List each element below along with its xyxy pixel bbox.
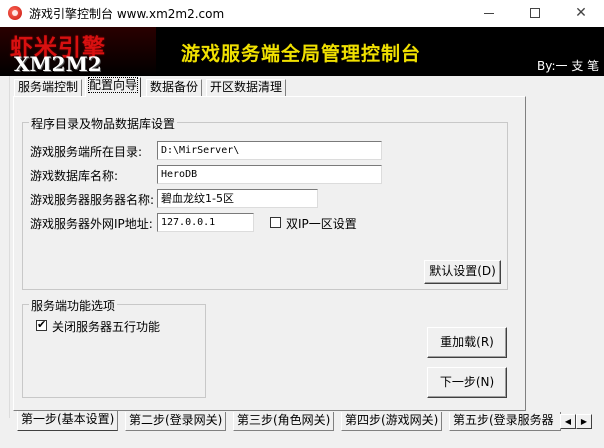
- bottom-step-tabs: 第一步(基本设置) 第二步(登录网关) 第三步(角色网关) 第四步(游戏网关) …: [0, 411, 604, 431]
- tab-scroll-arrows: ◀ ▶: [560, 414, 592, 429]
- default-settings-button[interactable]: 默认设置(D): [424, 260, 501, 284]
- server-ip-label: 游戏服务器外网IP地址:: [30, 217, 153, 231]
- reload-button[interactable]: 重加载(R): [427, 327, 507, 358]
- server-name-input[interactable]: 碧血龙纹1-5区: [157, 189, 318, 208]
- maximize-button[interactable]: [512, 0, 558, 27]
- tab-step4-game-gate[interactable]: 第四步(游戏网关): [341, 412, 443, 431]
- minimize-button[interactable]: [466, 0, 512, 27]
- title-bar: 游戏引擎控制台 www.xm2m2.com ✕: [0, 0, 604, 27]
- left-strip: [0, 76, 10, 418]
- next-step-button[interactable]: 下一步(N): [427, 367, 507, 398]
- server-dir-input[interactable]: D:\MirServer\: [157, 141, 382, 160]
- scroll-left-arrow-icon[interactable]: ◀: [560, 414, 576, 429]
- banner-author: By:一 支 笔: [537, 59, 600, 73]
- banner: 虾米引擎 XM2M2 游戏服务端全局管理控制台 By:一 支 笔: [0, 27, 604, 76]
- banner-title: 游戏服务端全局管理控制台: [181, 43, 422, 65]
- scroll-right-arrow-icon[interactable]: ▶: [576, 414, 592, 429]
- tab-data-cleanup[interactable]: 开区数据清理: [206, 79, 287, 96]
- tab-server-control[interactable]: 服务端控制: [14, 79, 83, 96]
- window-title: 游戏引擎控制台 www.xm2m2.com: [29, 7, 225, 21]
- group-function-legend: 服务端功能选项: [29, 297, 118, 314]
- db-name-label: 游戏数据库名称:: [30, 169, 119, 183]
- tab-step3-role-gate[interactable]: 第三步(角色网关): [233, 412, 335, 431]
- logo: 虾米引擎 XM2M2: [0, 27, 156, 76]
- check-icon: ✔: [37, 318, 47, 331]
- tab-step5-login-server[interactable]: 第五步(登录服务器: [449, 412, 561, 431]
- dual-ip-label[interactable]: 双IP一区设置: [286, 215, 357, 232]
- group-directory-legend: 程序目录及物品数据库设置: [29, 115, 178, 132]
- tab-step1-basic[interactable]: 第一步(基本设置): [17, 411, 119, 431]
- logo-en-text: XM2M2: [14, 52, 102, 76]
- server-name-label: 游戏服务器服务器名称:: [30, 193, 155, 207]
- server-ip-input[interactable]: 127.0.0.1: [157, 213, 254, 232]
- server-dir-label: 游戏服务端所在目录:: [30, 145, 143, 159]
- close-icon: ✕: [575, 5, 587, 21]
- dual-ip-checkbox[interactable]: [270, 217, 281, 228]
- tab-step2-login-gate[interactable]: 第二步(登录网关): [125, 412, 227, 431]
- five-elements-label[interactable]: 关闭服务器五行功能: [52, 318, 160, 335]
- app-icon: [8, 6, 22, 20]
- db-name-input[interactable]: HeroDB: [157, 165, 382, 184]
- five-elements-checkbox[interactable]: ✔: [36, 318, 47, 331]
- tab-data-backup[interactable]: 数据备份: [146, 79, 203, 96]
- minimize-icon: [484, 12, 494, 14]
- maximize-icon: [530, 8, 540, 18]
- tab-config-wizard[interactable]: 配置向导: [85, 77, 142, 97]
- close-button[interactable]: ✕: [558, 0, 604, 27]
